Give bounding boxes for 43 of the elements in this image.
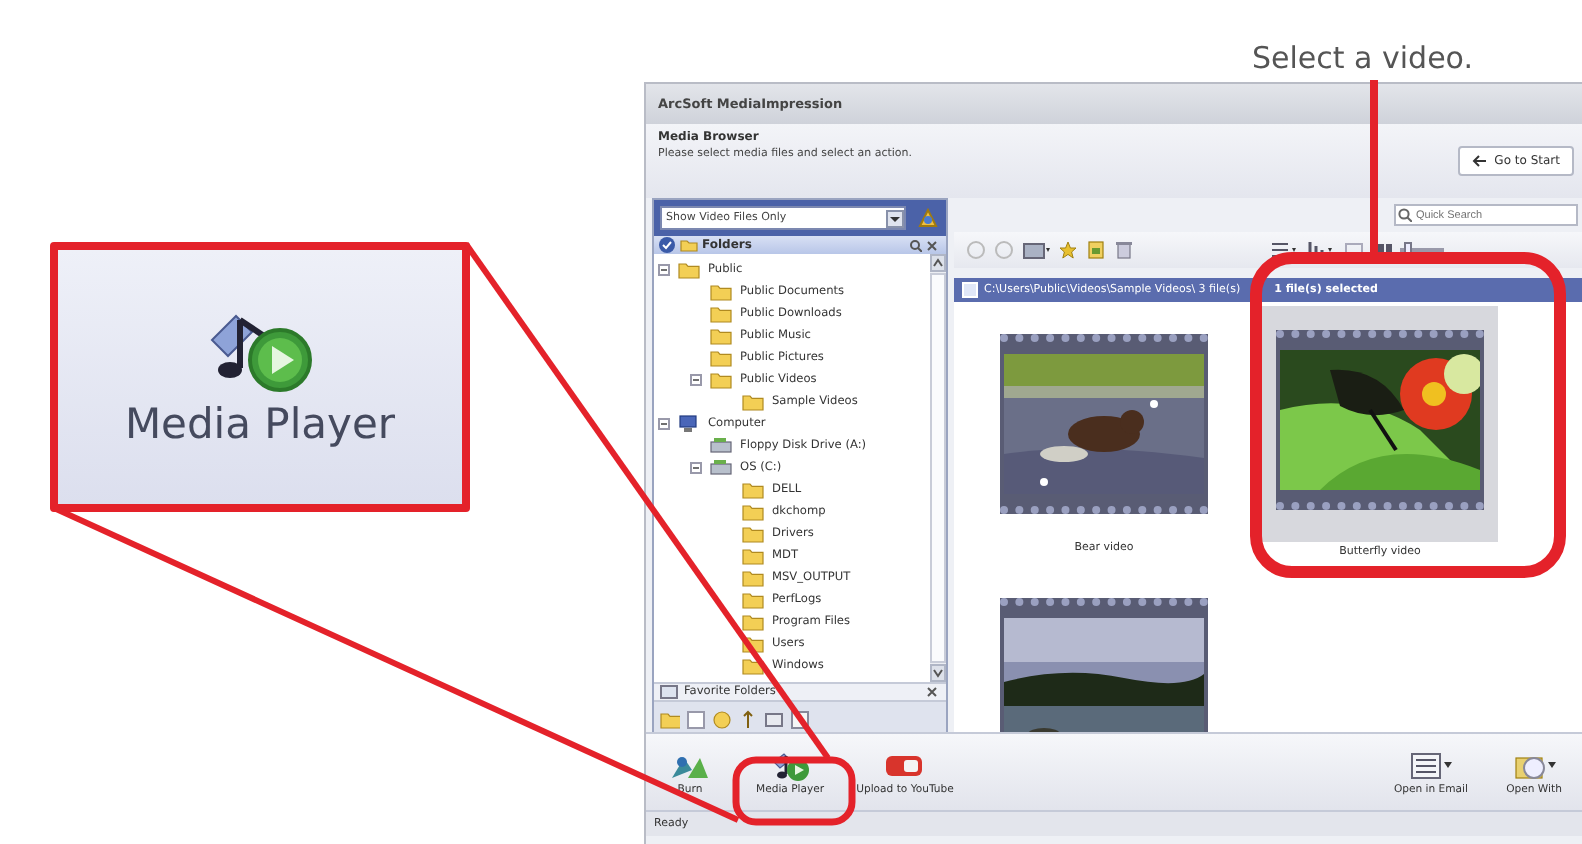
dropdown-caret-icon[interactable] xyxy=(886,209,904,227)
highlight-frame xyxy=(732,756,856,826)
expander-icon[interactable] xyxy=(690,373,702,385)
close-icon[interactable] xyxy=(926,686,938,698)
folder-icon xyxy=(742,479,764,499)
folder-menu-icon[interactable] xyxy=(1022,240,1050,260)
folder-icon xyxy=(710,303,732,323)
view-menu-icon[interactable] xyxy=(1270,240,1298,260)
monitor-icon xyxy=(962,282,978,298)
folder-icon xyxy=(742,523,764,543)
close-icon[interactable] xyxy=(926,239,938,251)
folder-icon xyxy=(710,281,732,301)
inset-label: Media Player xyxy=(124,399,396,447)
folder-icon xyxy=(742,501,764,521)
up-arrow-icon[interactable] xyxy=(738,710,758,730)
search-icon xyxy=(1398,208,1412,222)
folder-icon xyxy=(710,369,732,389)
filter-icon[interactable] xyxy=(916,206,940,230)
folder-icon xyxy=(742,567,764,587)
expander-icon[interactable] xyxy=(658,263,670,275)
search-icon[interactable] xyxy=(910,239,922,251)
folder-icon xyxy=(678,259,700,279)
expander-icon[interactable] xyxy=(658,417,670,429)
back-arrow-icon xyxy=(1472,154,1489,168)
page-icon[interactable] xyxy=(686,710,706,730)
folder-icon xyxy=(710,325,732,345)
check-icon xyxy=(658,236,676,254)
caption-text: Select a video. xyxy=(1252,40,1473,76)
folder-icon xyxy=(742,589,764,609)
drive-icon xyxy=(710,435,732,455)
thumbnail-size-icon xyxy=(1378,242,1394,258)
drive-icon xyxy=(710,457,732,477)
folder-icon xyxy=(742,391,764,411)
computer-icon xyxy=(678,413,700,433)
folder-icon xyxy=(710,347,732,367)
expander-icon[interactable] xyxy=(690,461,702,473)
thumbnail[interactable] xyxy=(1262,306,1498,542)
scrollbar[interactable] xyxy=(930,254,946,682)
slider-thumb[interactable] xyxy=(1404,242,1413,256)
folder-icon xyxy=(742,545,764,565)
folder-icon xyxy=(742,611,764,631)
trash-icon[interactable] xyxy=(1114,240,1134,260)
list-menu-icon xyxy=(1408,749,1453,781)
